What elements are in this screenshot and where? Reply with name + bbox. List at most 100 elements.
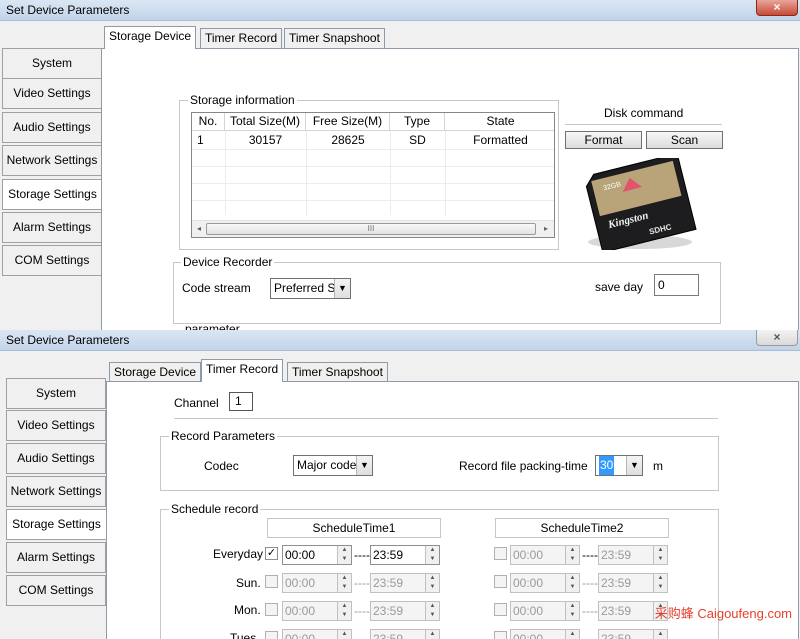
nav-item-com-settings[interactable]: COM Settings [2, 245, 102, 276]
spinner[interactable]: ▲▼ [337, 574, 351, 592]
sunday-time2-end[interactable]: 23:59 ▲ ▼ [598, 573, 668, 593]
time-separator: ---- [582, 604, 598, 618]
everyday-time1-checkbox[interactable]: ✓ [265, 547, 278, 560]
tuesday-time1-start[interactable]: 00:00 ▲▼ [282, 629, 352, 639]
spinner[interactable]: ▲▼ [337, 630, 351, 639]
spinner[interactable]: ▲▼ [425, 546, 439, 564]
save-day-label: save day [595, 280, 644, 294]
monday-time1-end[interactable]: 23:59 ▲ ▼ [370, 601, 440, 621]
everyday-time1-end[interactable]: 23:59 ▲ ▼ [370, 545, 440, 565]
nav-item-storage-settings[interactable]: Storage Settings [2, 179, 102, 210]
sunday-time1-checkbox[interactable] [265, 575, 278, 588]
scroll-thumb[interactable]: III [206, 223, 536, 235]
nav-item-system[interactable]: System [6, 378, 106, 409]
spinner[interactable]: ▲▼ [565, 602, 579, 620]
spinner[interactable]: ▲▼ [653, 574, 667, 592]
time-separator: ---- [582, 576, 598, 590]
time-value: 00:00 [513, 632, 544, 639]
sunday-time2-start[interactable]: 00:00 ▲ ▼ [510, 573, 580, 593]
nav-item-alarm-settings[interactable]: Alarm Settings [2, 212, 102, 243]
tuesday-time2-start[interactable]: 00:00 ▲▼ [510, 629, 580, 639]
sunday-time2-checkbox[interactable] [494, 575, 507, 588]
spinner[interactable]: ▲▼ [425, 630, 439, 639]
everyday-time1-start[interactable]: 00:00 ▲ ▼ [282, 545, 352, 565]
spinner[interactable]: ▲▼ [425, 602, 439, 620]
tab-timer-record[interactable]: Timer Record [201, 359, 284, 382]
nav-item-video-settings[interactable]: Video Settings [2, 78, 102, 109]
nav-item-storage-settings[interactable]: Storage Settings [6, 509, 106, 540]
scroll-right-arrow-icon[interactable]: ▸ [540, 223, 552, 235]
everyday-time2-checkbox[interactable] [494, 547, 507, 560]
spinner[interactable]: ▲▼ [653, 546, 667, 564]
storage-list[interactable]: No. Total Size(M) Free Size(M) Type Stat… [191, 112, 555, 238]
title-bar[interactable]: Set Device Parameters × [0, 0, 800, 21]
column-header-type[interactable]: Type [390, 113, 445, 131]
schedule-time2-header: ScheduleTime2 [495, 518, 669, 538]
spinner[interactable]: ▲▼ [337, 546, 351, 564]
tab-timer-snapshoot[interactable]: Timer Snapshoot [287, 362, 388, 382]
tab-timer-record[interactable]: Timer Record [200, 28, 283, 48]
tab-timer-snapshoot[interactable]: Timer Snapshoot [284, 28, 385, 48]
column-header-no[interactable]: No. [192, 113, 225, 131]
nav-item-network-settings[interactable]: Network Settings [2, 145, 102, 176]
close-button[interactable]: × [756, 330, 798, 346]
code-stream-select[interactable]: Preferred S ▼ [270, 278, 351, 299]
spinner[interactable]: ▲▼ [337, 602, 351, 620]
sunday-time1-end[interactable]: 23:59 ▲ ▼ [370, 573, 440, 593]
cell-no: 1 [197, 133, 204, 147]
column-header-free-size[interactable]: Free Size(M) [306, 113, 390, 131]
spinner[interactable]: ▲▼ [565, 546, 579, 564]
spinner[interactable]: ▲▼ [565, 574, 579, 592]
chevron-down-icon[interactable]: ▼ [356, 456, 372, 475]
spinner[interactable]: ▲▼ [425, 574, 439, 592]
cell-total-size: 30157 [248, 133, 283, 147]
chevron-down-icon[interactable]: ▼ [334, 279, 350, 298]
scan-button[interactable]: Scan [646, 131, 723, 149]
nav-item-network-settings[interactable]: Network Settings [6, 476, 106, 507]
nav-item-audio-settings[interactable]: Audio Settings [2, 112, 102, 143]
codec-value: Major code [297, 458, 357, 472]
spinner[interactable]: ▲▼ [653, 630, 667, 639]
sunday-time1-start[interactable]: 00:00 ▲ ▼ [282, 573, 352, 593]
tuesday-time1-checkbox[interactable] [265, 631, 278, 639]
cell-free-size: 28625 [331, 133, 365, 147]
packing-time-select[interactable]: 30 ▼ [595, 455, 643, 476]
sd-card-body: 32GB Kingston SDHC [585, 158, 697, 250]
tab-storage-device[interactable]: Storage Device [104, 26, 197, 49]
format-button[interactable]: Format [565, 131, 642, 149]
monday-time1-checkbox[interactable] [265, 603, 278, 616]
column-header-state[interactable]: State [445, 113, 554, 131]
timer-record-window: Set Device Parameters × System Video Set… [0, 330, 800, 639]
time-value: 00:00 [513, 576, 544, 590]
scroll-left-arrow-icon[interactable]: ◂ [193, 223, 205, 235]
close-button[interactable]: × [756, 0, 798, 16]
everyday-time2-end[interactable]: 23:59 ▲ ▼ [598, 545, 668, 565]
title-bar[interactable]: Set Device Parameters × [0, 330, 800, 351]
nav-item-alarm-settings[interactable]: Alarm Settings [6, 542, 106, 573]
monday-time2-checkbox[interactable] [494, 603, 507, 616]
disk-command-label: Disk command [604, 106, 684, 120]
save-day-input[interactable]: 0 [654, 274, 699, 296]
monday-time1-start[interactable]: 00:00 ▲ ▼ [282, 601, 352, 621]
everyday-time2-start[interactable]: 00:00 ▲ ▼ [510, 545, 580, 565]
horizontal-scrollbar[interactable]: ◂ III ▸ [192, 220, 554, 237]
spinner[interactable]: ▲▼ [565, 630, 579, 639]
tuesday-time2-end[interactable]: 23:59 ▲▼ [598, 629, 668, 639]
tuesday-time1-end[interactable]: 23:59 ▲▼ [370, 629, 440, 639]
watermark-text: 采购蜂 Caigoufeng.com [654, 606, 792, 621]
time-value: 00:00 [285, 548, 316, 562]
time-value: 23:59 [601, 576, 632, 590]
tuesday-time2-checkbox[interactable] [494, 631, 507, 639]
channel-field[interactable]: 1 [229, 392, 253, 411]
nav-item-com-settings[interactable]: COM Settings [6, 575, 106, 606]
codec-select[interactable]: Major code ▼ [293, 455, 373, 476]
window-title: Set Device Parameters [6, 3, 130, 17]
nav-item-system[interactable]: System [2, 48, 102, 79]
grid-line [192, 200, 554, 201]
tab-storage-device[interactable]: Storage Device [109, 362, 202, 382]
nav-item-audio-settings[interactable]: Audio Settings [6, 443, 106, 474]
chevron-down-icon[interactable]: ▼ [626, 456, 642, 475]
monday-time2-start[interactable]: 00:00 ▲ ▼ [510, 601, 580, 621]
column-header-total-size[interactable]: Total Size(M) [225, 113, 306, 131]
nav-item-video-settings[interactable]: Video Settings [6, 410, 106, 441]
